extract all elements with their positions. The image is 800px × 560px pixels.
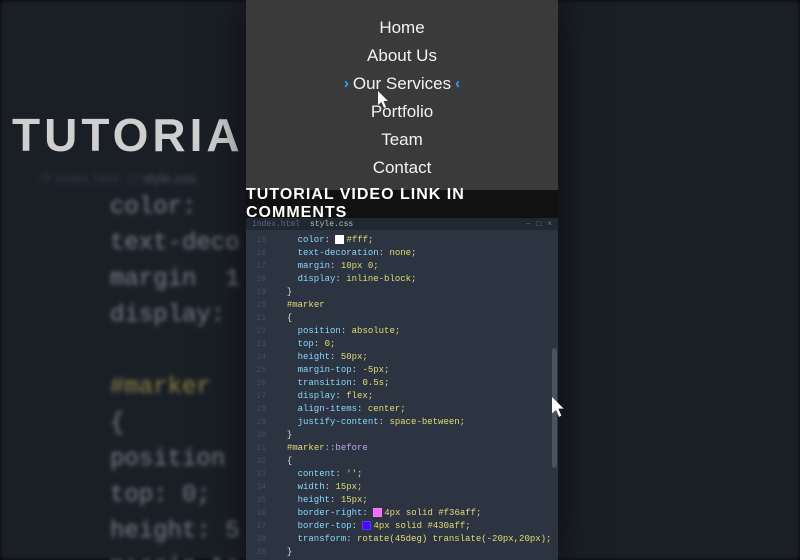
code-line: border-right: 4px solid #f36aff; [276,507,552,520]
code-line: position: absolute; [276,325,552,338]
color-swatch-icon [373,508,382,517]
code-line: transition: 0.5s; [276,377,552,390]
code-line: justify-content: space-between; [276,416,552,429]
code-line: display: inline-block; [276,273,552,286]
code-line: transform: rotate(45deg) translate(-20px… [276,533,552,546]
code-line: { [276,312,552,325]
nav-item-portfolio[interactable]: Portfolio [371,98,433,126]
code-area[interactable]: color: #fff; text-decoration: none; marg… [246,230,558,560]
code-line: { [276,455,552,468]
code-editor: index.html style.css – □ × 1516171819202… [246,218,558,560]
banner-text: TUTORIAL VIDEO LINK IN COMMENTS [246,190,558,218]
code-line: margin-top: -5px; [276,364,552,377]
code-line: } [276,286,552,299]
chevron-right-icon: › [344,70,349,98]
code-line: content: ''; [276,468,552,481]
color-swatch-icon [362,521,371,530]
nav-item-our-services[interactable]: ›Our Services‹ [344,70,460,98]
code-line: } [276,429,552,442]
window-minimize-icon[interactable]: – [526,218,531,231]
code-line: height: 15px; [276,494,552,507]
nav-item-home[interactable]: Home [379,14,424,42]
nav-item-contact[interactable]: Contact [373,154,432,182]
code-line: #marker [276,299,552,312]
color-swatch-icon [335,235,344,244]
code-line: align-items: center; [276,403,552,416]
nav-item-label: Our Services [353,70,451,98]
bg-tab-inactive: ⟳ index.html [40,160,119,196]
bg-tab-active: □ style.css [130,160,196,196]
nav-item-team[interactable]: Team [381,126,423,154]
code-line: color: #fff; [276,234,552,247]
scrollbar-thumb[interactable] [552,348,557,468]
code-line: } [276,546,552,559]
window-maximize-icon[interactable]: □ [536,218,541,231]
code-line: text-decoration: none; [276,247,552,260]
nav-item-about-us[interactable]: About Us [367,42,437,70]
code-line: height: 50px; [276,351,552,364]
code-line: display: flex; [276,390,552,403]
code-line: margin: 10px 0; [276,260,552,273]
code-line: width: 15px; [276,481,552,494]
nav-menu: HomeAbout Us›Our Services‹PortfolioTeamC… [246,0,558,190]
window-close-icon[interactable]: × [547,218,552,231]
editor-tab[interactable]: index.html [252,218,300,231]
code-line: top: 0; [276,338,552,351]
editor-tabbar: index.html style.css – □ × [246,218,558,230]
editor-tab-active[interactable]: style.css [310,218,353,231]
code-line: border-top: 4px solid #430aff; [276,520,552,533]
chevron-left-icon: ‹ [455,70,460,98]
stage: { "bg": { "title": "TUTORIAL MMENTS", "t… [0,0,800,560]
code-line: #marker::before [276,442,552,455]
center-column: HomeAbout Us›Our Services‹PortfolioTeamC… [246,0,558,560]
